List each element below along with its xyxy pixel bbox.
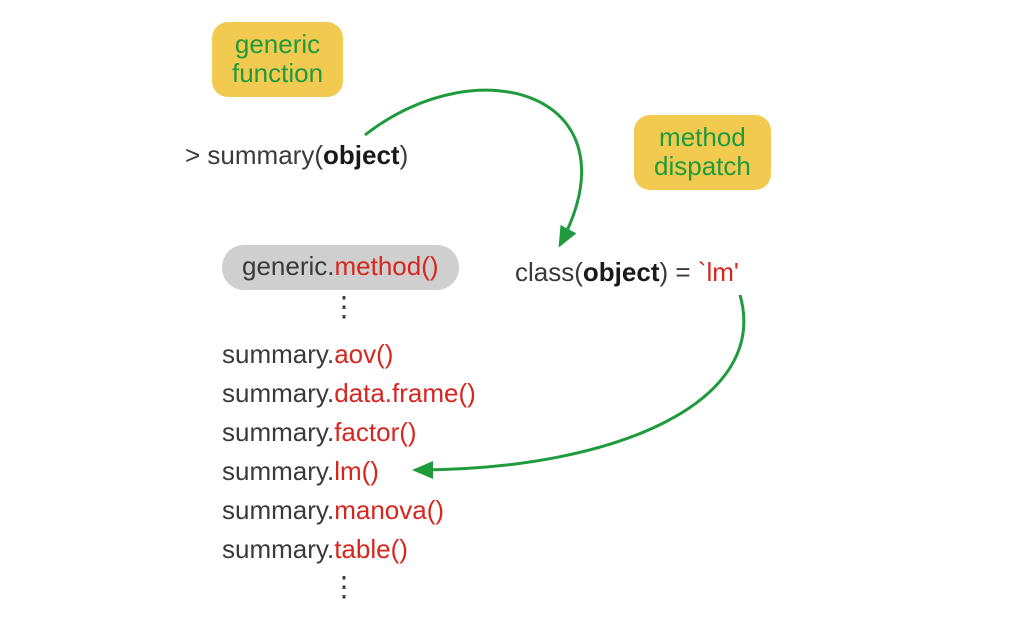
method-prefix: summary. [222,417,334,447]
method-suffix: manova() [334,495,444,525]
method-prefix: summary. [222,495,334,525]
ellipsis-bottom: ⋮ [330,570,358,603]
class-line: class(object) = `lm' [515,257,739,288]
list-item: summary.table() [222,530,476,569]
call-close: ) [400,140,409,170]
list-item: summary.lm() [222,452,476,491]
method-suffix: table() [334,534,408,564]
badge-generic-function: generic function [212,22,343,97]
methods-list: summary.aov() summary.data.frame() summa… [222,335,476,569]
badge-method-dispatch: method dispatch [634,115,771,190]
badge-dispatch-line2: dispatch [654,152,751,181]
prompt: > [185,140,207,170]
badge-generic-line2: function [232,59,323,88]
method-prefix: summary. [222,339,334,369]
list-item: summary.data.frame() [222,374,476,413]
class-arg: object [583,257,660,287]
call-line: > summary(object) [185,140,408,171]
method-suffix: lm() [334,456,379,486]
method-suffix: data.frame() [334,378,476,408]
badge-dispatch-line1: method [654,123,751,152]
call-open: ( [314,140,323,170]
list-item: summary.aov() [222,335,476,374]
method-prefix: summary. [222,456,334,486]
arrows-layer [0,0,1020,627]
generic-method-pill: generic.method() [222,245,459,290]
class-open: ( [574,257,583,287]
class-fn: class [515,257,574,287]
call-arg: object [323,140,400,170]
generic-method-right: method() [335,251,439,281]
method-suffix: factor() [334,417,416,447]
ellipsis-top: ⋮ [330,290,358,323]
method-prefix: summary. [222,378,334,408]
method-suffix: aov() [334,339,393,369]
list-item: summary.manova() [222,491,476,530]
list-item: summary.factor() [222,413,476,452]
method-prefix: summary. [222,534,334,564]
class-close: ) = [660,257,698,287]
badge-generic-line1: generic [232,30,323,59]
class-val: `lm' [698,257,739,287]
generic-method-left: generic. [242,251,335,281]
call-fn: summary [207,140,314,170]
diagram-stage: generic function method dispatch > summa… [0,0,1020,627]
